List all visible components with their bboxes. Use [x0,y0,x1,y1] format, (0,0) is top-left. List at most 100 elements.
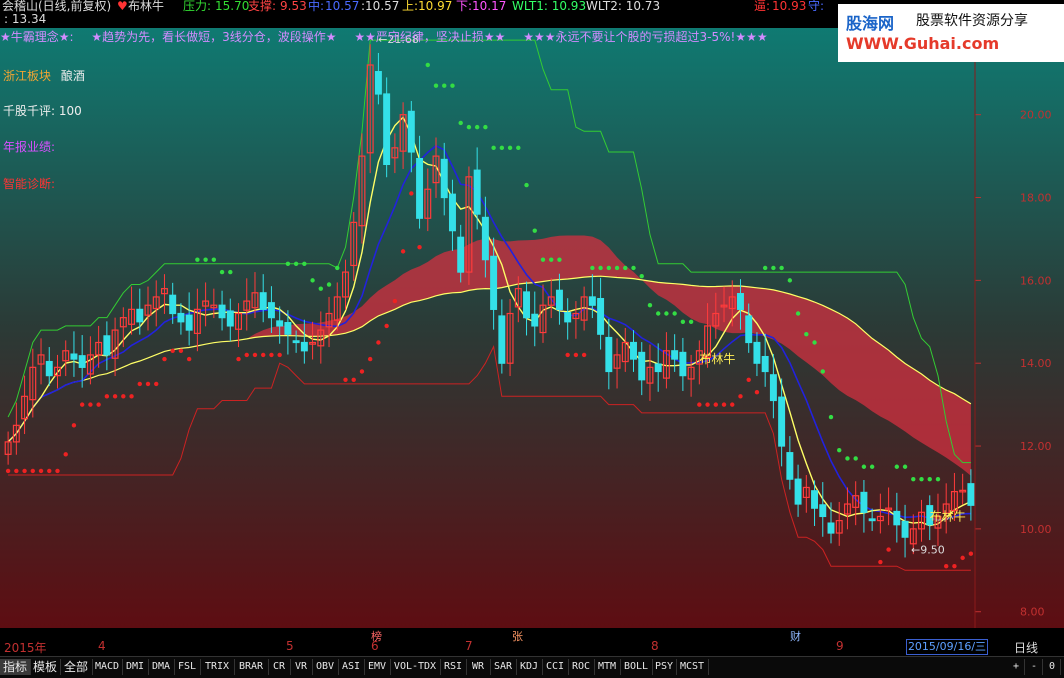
tab-cci[interactable]: CCI [542,659,569,675]
reset-button[interactable]: 0 [1044,659,1061,675]
time-tick-0: 2015年 [4,641,47,655]
period-label[interactable]: 日线 [1014,639,1038,656]
candle-body [267,302,275,319]
upper-value: 10.97 [418,0,453,13]
sar-dot [680,319,686,324]
tab-rsi[interactable]: RSI [440,659,467,675]
sar-dot [878,559,883,565]
short-value: 10.93 [772,0,807,13]
candle-body [679,351,687,377]
time-tick-6: 9 [836,639,844,653]
sar-dot [894,464,900,469]
sar-dot [886,547,891,552]
candle-body [819,504,827,518]
sar-dot [746,377,751,382]
tab--cn0[interactable]: 指标 [0,659,31,675]
sar-dot [326,282,332,287]
candle-body [481,216,489,261]
tab-dmi[interactable]: DMI [122,659,149,675]
wlt2-value: WLT2: 10.73 [586,0,661,13]
sar-dot [565,352,570,358]
tab-macd[interactable]: MACD [92,659,123,675]
sar-dot [705,402,710,407]
candle-body [300,341,308,352]
sar-dot [762,265,768,271]
event-marker-3[interactable]: 财 [790,628,801,644]
candle-body [794,478,802,505]
sar-dot [203,257,208,262]
tab-roc[interactable]: ROC [568,659,595,675]
sar-dot [211,257,217,262]
candle-body [185,314,193,331]
candle-body [440,158,448,199]
candle-body [383,93,391,165]
sar-dot [647,303,653,308]
zoom-out-button[interactable]: - [1026,659,1043,675]
tab--cn1[interactable]: 模板 [30,659,61,675]
tab-wr[interactable]: WR [466,659,491,675]
candle-body [597,297,605,335]
header-line2: : 13.34 [4,12,47,26]
tab-kdj[interactable]: KDJ [516,659,543,675]
sar-dot [820,369,825,374]
event-marker-2[interactable]: 张 [512,628,523,644]
tab-brar[interactable]: BRAR [234,659,269,675]
candle-body [177,312,185,323]
tab-mcst[interactable]: MCST [676,659,709,675]
tab-trix[interactable]: TRIX [200,659,235,675]
candle-body [490,255,498,310]
tab-emv[interactable]: EMV [364,659,391,675]
candle-body [523,291,531,319]
tab-obv[interactable]: OBV [312,659,339,675]
wlt1-value: WLT1: 10.93 [512,0,587,13]
sar-dot [335,265,340,271]
sar-dot [112,394,118,399]
sar-dot [639,274,644,279]
sar-dot [968,551,974,556]
time-tick-4: 7 [465,639,473,653]
sar-dot [623,265,628,271]
sar-dot [228,269,233,275]
low-annotation: ←9.50 [911,544,945,557]
candle-body [778,396,786,447]
sar-dot [409,191,414,196]
tab-sar[interactable]: SAR [490,659,517,675]
tab-fsl[interactable]: FSL [174,659,201,675]
sar-dot [491,145,496,151]
tab-vr[interactable]: VR [290,659,313,675]
tab-vol-tdx[interactable]: VOL-TDX [390,659,441,675]
kline-svg[interactable]: 20.0018.0016.0014.0012.0010.008.00←21.68… [0,28,1064,628]
candle-body [671,350,679,360]
sar-dot [466,124,472,130]
tab-mtm[interactable]: MTM [594,659,621,675]
candle-body [893,510,901,526]
sar-dot [598,265,603,271]
short-label: 逼: [754,0,771,13]
tab-boll[interactable]: BOLL [620,659,653,675]
tab-dma[interactable]: DMA [148,659,175,675]
tab-psy[interactable]: PSY [652,659,677,675]
sar-dot [433,83,439,88]
sar-dot [310,278,315,283]
price-tick-label: 18.00 [1020,192,1052,205]
slogan-3: ★★严守纪律，坚决止损★★ [354,30,506,44]
sar-dot [293,261,299,267]
slogan-4: ★★★永远不要让个股的亏损超过3-5%!★★★ [523,30,768,44]
slogan-1: ★牛霸理念★: [0,30,74,44]
sar-dot [507,145,513,151]
candle-body [103,335,111,356]
tab-cr[interactable]: CR [268,659,291,675]
sar-dot [47,468,52,474]
sar-dot [672,311,677,316]
tab--cn2[interactable]: 全部 [60,659,93,675]
tab-asi[interactable]: ASI [338,659,365,675]
upper-label: 上: [402,0,419,13]
sar-dot [442,83,447,88]
sar-dot [614,265,620,271]
sector-label: 浙江板块 [3,69,52,83]
candle-body [70,353,78,360]
sar-dot [713,402,718,407]
zoom-in-button[interactable]: + [1008,659,1025,675]
kline-chart[interactable]: 20.00 18.00 16.00 14.00 12.00 10.00 8.00 ←21.68… [0,28,1064,628]
sar-dot [474,124,480,130]
